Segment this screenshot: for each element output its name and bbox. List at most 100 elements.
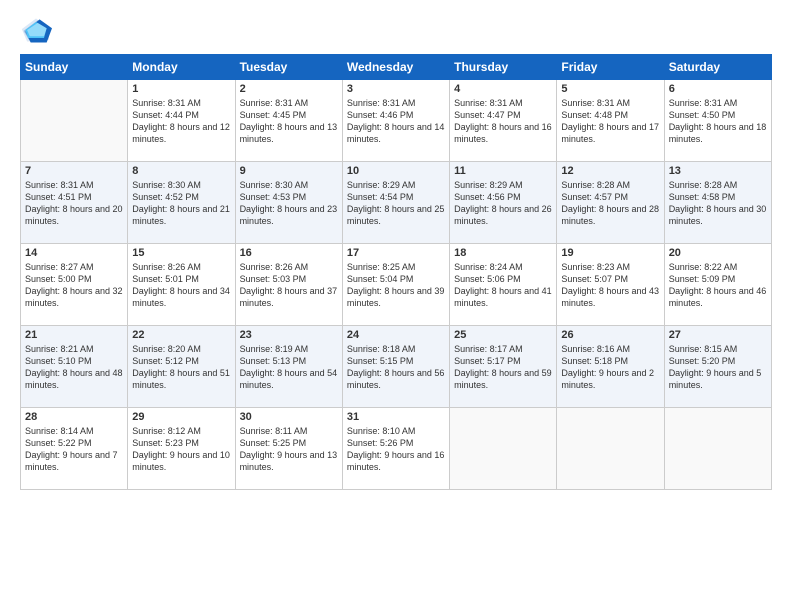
- calendar-cell: [450, 408, 557, 490]
- day-info: Sunrise: 8:26 AM Sunset: 5:03 PM Dayligh…: [240, 261, 338, 310]
- calendar-cell: 3 Sunrise: 8:31 AM Sunset: 4:46 PM Daylig…: [342, 80, 449, 162]
- day-number: 27: [669, 329, 767, 341]
- calendar-cell: [21, 80, 128, 162]
- day-number: 4: [454, 83, 552, 95]
- calendar-week-row: 7 Sunrise: 8:31 AM Sunset: 4:51 PM Daylig…: [21, 162, 772, 244]
- day-info: Sunrise: 8:29 AM Sunset: 4:56 PM Dayligh…: [454, 179, 552, 228]
- day-info: Sunrise: 8:21 AM Sunset: 5:10 PM Dayligh…: [25, 343, 123, 392]
- day-info: Sunrise: 8:27 AM Sunset: 5:00 PM Dayligh…: [25, 261, 123, 310]
- day-number: 18: [454, 247, 552, 259]
- header-saturday: Saturday: [664, 55, 771, 80]
- calendar-cell: 12 Sunrise: 8:28 AM Sunset: 4:57 PM Dayli…: [557, 162, 664, 244]
- calendar-cell: 18 Sunrise: 8:24 AM Sunset: 5:06 PM Dayli…: [450, 244, 557, 326]
- weekday-header-row: Sunday Monday Tuesday Wednesday Thursday…: [21, 55, 772, 80]
- day-number: 1: [132, 83, 230, 95]
- day-info: Sunrise: 8:14 AM Sunset: 5:22 PM Dayligh…: [25, 425, 123, 474]
- header-sunday: Sunday: [21, 55, 128, 80]
- header-monday: Monday: [128, 55, 235, 80]
- day-info: Sunrise: 8:10 AM Sunset: 5:26 PM Dayligh…: [347, 425, 445, 474]
- day-info: Sunrise: 8:12 AM Sunset: 5:23 PM Dayligh…: [132, 425, 230, 474]
- day-info: Sunrise: 8:15 AM Sunset: 5:20 PM Dayligh…: [669, 343, 767, 392]
- calendar-cell: 6Sunrise: 8:31 AM Sunset: 4:50 PM Daylig…: [664, 80, 771, 162]
- calendar-week-row: 14 Sunrise: 8:27 AM Sunset: 5:00 PM Dayli…: [21, 244, 772, 326]
- calendar-cell: 29 Sunrise: 8:12 AM Sunset: 5:23 PM Dayli…: [128, 408, 235, 490]
- day-number: 29: [132, 411, 230, 423]
- calendar-cell: 4 Sunrise: 8:31 AM Sunset: 4:47 PM Daylig…: [450, 80, 557, 162]
- calendar-cell: 22 Sunrise: 8:20 AM Sunset: 5:12 PM Dayli…: [128, 326, 235, 408]
- calendar-cell: 13Sunrise: 8:28 AM Sunset: 4:58 PM Dayli…: [664, 162, 771, 244]
- day-info: Sunrise: 8:29 AM Sunset: 4:54 PM Dayligh…: [347, 179, 445, 228]
- header-wednesday: Wednesday: [342, 55, 449, 80]
- calendar-cell: 20 Sunrise: 8:22 AM Sunset: 5:09 PM Dayli…: [664, 244, 771, 326]
- day-info: Sunrise: 8:25 AM Sunset: 5:04 PM Dayligh…: [347, 261, 445, 310]
- day-info: Sunrise: 8:20 AM Sunset: 5:12 PM Dayligh…: [132, 343, 230, 392]
- day-number: 15: [132, 247, 230, 259]
- day-number: 31: [347, 411, 445, 423]
- day-info: Sunrise: 8:17 AM Sunset: 5:17 PM Dayligh…: [454, 343, 552, 392]
- day-info: Sunrise: 8:28 AM Sunset: 4:57 PM Dayligh…: [561, 179, 659, 228]
- calendar-cell: 2Sunrise: 8:31 AM Sunset: 4:45 PM Daylig…: [235, 80, 342, 162]
- day-info: Sunrise: 8:31 AM Sunset: 4:47 PM Dayligh…: [454, 97, 552, 146]
- page: Sunday Monday Tuesday Wednesday Thursday…: [0, 0, 792, 612]
- day-number: 28: [25, 411, 123, 423]
- day-number: 16: [240, 247, 338, 259]
- day-number: 14: [25, 247, 123, 259]
- calendar-cell: 1 Sunrise: 8:31 AM Sunset: 4:44 PM Daylig…: [128, 80, 235, 162]
- day-number: 8: [132, 165, 230, 177]
- day-info: Sunrise: 8:16 AM Sunset: 5:18 PM Dayligh…: [561, 343, 659, 392]
- day-info: Sunrise: 8:30 AM Sunset: 4:53 PM Dayligh…: [240, 179, 338, 228]
- calendar-cell: 19 Sunrise: 8:23 AM Sunset: 5:07 PM Dayli…: [557, 244, 664, 326]
- day-info: Sunrise: 8:23 AM Sunset: 5:07 PM Dayligh…: [561, 261, 659, 310]
- day-number: 20: [669, 247, 767, 259]
- calendar-cell: 15 Sunrise: 8:26 AM Sunset: 5:01 PM Dayli…: [128, 244, 235, 326]
- day-number: 7: [25, 165, 123, 177]
- day-number: 26: [561, 329, 659, 341]
- day-info: Sunrise: 8:31 AM Sunset: 4:44 PM Dayligh…: [132, 97, 230, 146]
- logo-icon: [20, 16, 52, 44]
- header-tuesday: Tuesday: [235, 55, 342, 80]
- calendar-week-row: 21Sunrise: 8:21 AM Sunset: 5:10 PM Dayli…: [21, 326, 772, 408]
- day-info: Sunrise: 8:31 AM Sunset: 4:46 PM Dayligh…: [347, 97, 445, 146]
- day-number: 5: [561, 83, 659, 95]
- calendar-cell: 16 Sunrise: 8:26 AM Sunset: 5:03 PM Dayli…: [235, 244, 342, 326]
- calendar-cell: 31 Sunrise: 8:10 AM Sunset: 5:26 PM Dayli…: [342, 408, 449, 490]
- day-info: Sunrise: 8:22 AM Sunset: 5:09 PM Dayligh…: [669, 261, 767, 310]
- day-number: 3: [347, 83, 445, 95]
- day-number: 23: [240, 329, 338, 341]
- day-number: 17: [347, 247, 445, 259]
- calendar-cell: [557, 408, 664, 490]
- day-number: 25: [454, 329, 552, 341]
- calendar-table: Sunday Monday Tuesday Wednesday Thursday…: [20, 54, 772, 490]
- calendar-week-row: 1 Sunrise: 8:31 AM Sunset: 4:44 PM Daylig…: [21, 80, 772, 162]
- day-info: Sunrise: 8:31 AM Sunset: 4:51 PM Dayligh…: [25, 179, 123, 228]
- calendar-cell: 23 Sunrise: 8:19 AM Sunset: 5:13 PM Dayli…: [235, 326, 342, 408]
- day-number: 30: [240, 411, 338, 423]
- calendar-cell: 24Sunrise: 8:18 AM Sunset: 5:15 PM Dayli…: [342, 326, 449, 408]
- calendar-cell: [664, 408, 771, 490]
- calendar-cell: 26 Sunrise: 8:16 AM Sunset: 5:18 PM Dayli…: [557, 326, 664, 408]
- day-number: 2: [240, 83, 338, 95]
- day-number: 22: [132, 329, 230, 341]
- day-number: 19: [561, 247, 659, 259]
- day-number: 10: [347, 165, 445, 177]
- day-info: Sunrise: 8:18 AM Sunset: 5:15 PM Dayligh…: [347, 343, 445, 392]
- calendar-cell: 27 Sunrise: 8:15 AM Sunset: 5:20 PM Dayli…: [664, 326, 771, 408]
- day-info: Sunrise: 8:26 AM Sunset: 5:01 PM Dayligh…: [132, 261, 230, 310]
- calendar-cell: 30Sunrise: 8:11 AM Sunset: 5:25 PM Dayli…: [235, 408, 342, 490]
- calendar-cell: 17 Sunrise: 8:25 AM Sunset: 5:04 PM Dayli…: [342, 244, 449, 326]
- header-thursday: Thursday: [450, 55, 557, 80]
- calendar-cell: 28 Sunrise: 8:14 AM Sunset: 5:22 PM Dayli…: [21, 408, 128, 490]
- day-info: Sunrise: 8:31 AM Sunset: 4:50 PM Dayligh…: [669, 97, 767, 146]
- day-number: 12: [561, 165, 659, 177]
- day-info: Sunrise: 8:19 AM Sunset: 5:13 PM Dayligh…: [240, 343, 338, 392]
- calendar-cell: 14 Sunrise: 8:27 AM Sunset: 5:00 PM Dayli…: [21, 244, 128, 326]
- calendar-cell: 8Sunrise: 8:30 AM Sunset: 4:52 PM Daylig…: [128, 162, 235, 244]
- header-friday: Friday: [557, 55, 664, 80]
- day-number: 9: [240, 165, 338, 177]
- calendar-cell: 7 Sunrise: 8:31 AM Sunset: 4:51 PM Daylig…: [21, 162, 128, 244]
- day-info: Sunrise: 8:24 AM Sunset: 5:06 PM Dayligh…: [454, 261, 552, 310]
- calendar-cell: 25 Sunrise: 8:17 AM Sunset: 5:17 PM Dayli…: [450, 326, 557, 408]
- day-info: Sunrise: 8:28 AM Sunset: 4:58 PM Dayligh…: [669, 179, 767, 228]
- header: [20, 16, 772, 44]
- calendar-cell: 11Sunrise: 8:29 AM Sunset: 4:56 PM Dayli…: [450, 162, 557, 244]
